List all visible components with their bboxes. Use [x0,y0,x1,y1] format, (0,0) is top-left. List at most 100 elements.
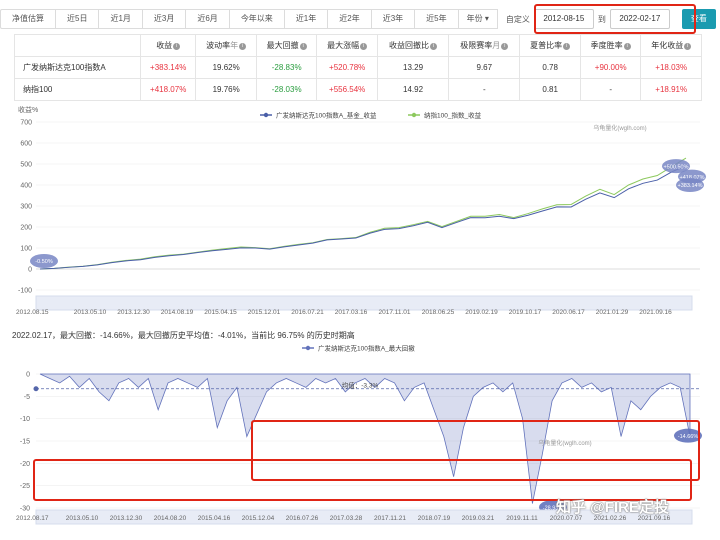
stats-cell: -28.83% [255,56,318,79]
y-axis-label: 收益% [18,105,38,114]
x-tick-label: 2017.03.28 [330,515,363,522]
x-tick-label: 2015.04.15 [204,309,237,316]
x-tick-label: 2013.12.30 [117,309,150,316]
x-tick-label: 2015.12.04 [242,515,275,522]
stats-header-label: 年化收益 [651,41,684,50]
info-icon[interactable]: i [430,43,438,50]
stats-cell: +18.03% [640,56,702,79]
drawdown-highlight-lower [33,459,692,501]
x-tick-label: 2021.01.29 [596,309,629,316]
y-tick-label: 500 [20,162,32,169]
stats-header-label: 收益回撤比 [389,41,430,50]
stats-cell: 9.67 [448,56,521,79]
stats-header-label: 收益 [156,41,173,50]
stats-header-6: 夏普比率 i [519,34,581,57]
legend-label: 广发纳斯达克100指数A_最大回撤 [318,344,415,353]
stats-header-7: 季度胜率 i [579,34,642,57]
stats-cell: 13.29 [376,56,450,79]
legend-marker [305,345,311,351]
stats-header-0: 收益 i [139,34,197,57]
stats-header-label: 波动率 [206,41,231,50]
y-tick-label: -20 [20,461,30,468]
info-icon[interactable]: i [501,43,509,50]
stats-row-name: 广发纳斯达克100指数A [14,56,141,79]
stats-cell: +90.00% [579,56,642,79]
stats-header-label: 极限赛率 [460,41,493,50]
stats-header-2: 最大回撤 i [255,34,318,57]
series-line-1 [39,157,687,270]
x-tick-label: 2017.03.16 [335,309,368,316]
y-tick-label: 600 [20,141,32,148]
y-tick-label: -25 [20,483,30,490]
marker-label: -0.50% [35,259,53,265]
x-tick-label: 2014.08.19 [161,309,194,316]
y-tick-label: -5 [24,394,30,401]
tab-9[interactable]: 近5年 [414,9,458,29]
stats-header-8: 年化收益 i [640,34,702,57]
marker-label: +500.50% [664,164,689,170]
info-icon[interactable]: i [299,43,307,50]
x-tick-label: 2019.11.11 [506,515,538,522]
info-icon[interactable]: i [684,43,692,50]
tab-7[interactable]: 近2年 [327,9,371,29]
y-tick-label: 100 [20,246,32,253]
info-icon[interactable]: i [173,43,181,50]
tab-1[interactable]: 近5日 [55,9,99,29]
stats-header-unit: 月 [492,41,501,50]
tab-6[interactable]: 近1年 [283,9,328,29]
stats-row: 广发纳斯达克100指数A +383.14% 19.62% -28.83% +520.78… [14,56,702,79]
x-tick-label: 2013.12.30 [110,515,143,522]
stats-header-label: 最大涨幅 [327,41,360,50]
stats-cell: +520.78% [316,56,378,79]
tab-3[interactable]: 近3月 [141,9,186,29]
stats-header-1: 波动率年 i [195,34,257,57]
x-tick-label: 2019.03.21 [462,515,495,522]
tab-0[interactable]: 净值估算 [0,9,55,29]
stats-header-label: 季度胜率 [590,41,623,50]
chart-annotation: 乌龟量化(wglh.com) [593,124,646,132]
mean-line-start [33,386,39,392]
x-tick-label: 2020.06.17 [552,309,585,316]
tab-2[interactable]: 近1月 [98,9,142,29]
zoom-slider [35,295,693,311]
info-icon[interactable]: i [360,43,368,50]
stats-header-unit: 年 [230,41,239,50]
custom-range-label: 自定义 [505,14,530,24]
series-line-0 [39,165,687,270]
tab-5[interactable]: 今年以来 [228,9,284,29]
stats-header-5: 极限赛率月 i [448,34,521,57]
x-tick-label: 2014.08.20 [154,515,187,522]
y-tick-label: 0 [28,267,32,274]
tab-4[interactable]: 近6月 [185,9,229,29]
stats-header-3: 最大涨幅 i [316,34,378,57]
x-tick-label: 2015.12.01 [248,309,281,316]
x-tick-label: 2016.07.21 [291,309,324,316]
watermark-text: 知乎 @FIRE定投 [556,499,669,516]
mean-label: 均值：-3.3% [342,381,379,390]
info-icon[interactable]: i [623,43,631,50]
x-tick-label: 2019.02.19 [465,309,498,316]
y-tick-label: 400 [20,183,32,190]
y-tick-label: -15 [20,439,30,446]
y-tick-label: -30 [20,506,30,513]
x-tick-label: 2013.05.10 [74,309,107,316]
x-tick-label: 2017.11.21 [374,515,406,522]
y-tick-label: 700 [20,120,32,127]
year-select-label: 年份 [466,14,483,23]
x-tick-label: 2017.11.01 [378,309,410,316]
y-tick-label: 0 [26,372,30,379]
x-tick-label: 2021.09.16 [639,309,672,316]
info-icon[interactable]: i [239,43,247,50]
x-tick-label: 2015.04.16 [198,515,231,522]
year-select[interactable]: 年份 ▾ [457,9,498,29]
tab-8[interactable]: 近3年 [370,9,415,29]
info-icon[interactable]: i [563,43,571,50]
x-tick-label: 2012.08.17 [16,515,49,522]
y-tick-label: 300 [20,204,32,211]
x-tick-label: 2016.07.26 [286,515,319,522]
return-line-chart: 收益% -100 0 100 200 300 400 500 600 700 广发纳斯达克100指数… [16,105,706,316]
legend-marker [411,112,417,118]
stats-header-4: 收益回撤比 i [376,34,450,57]
x-tick-label: 2018.07.19 [418,515,451,522]
legend-marker [263,112,269,118]
